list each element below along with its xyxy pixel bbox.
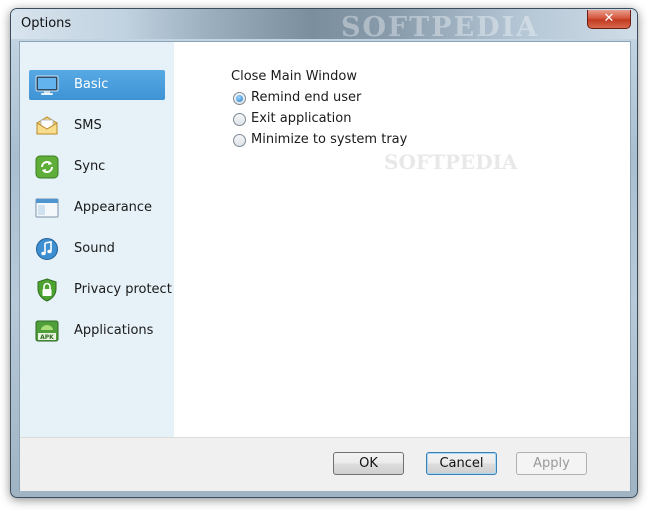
sidebar-item-label: SMS: [74, 118, 102, 133]
close-main-window-heading: Close Main Window: [231, 69, 357, 84]
radio-label: Minimize to system tray: [251, 132, 408, 147]
sidebar-item-privacy-protect[interactable]: Privacy protect: [29, 275, 172, 305]
envelope-icon: [36, 116, 58, 135]
radio-button[interactable]: [233, 92, 246, 105]
radio-button[interactable]: [233, 113, 246, 126]
apply-button: Apply: [516, 452, 587, 475]
sidebar-item-applications[interactable]: APK Applications: [29, 316, 165, 346]
sidebar-item-label: Sync: [74, 159, 106, 174]
dialog-body: Basic SMS Sync Appearance Sound Privacy …: [19, 41, 631, 491]
sync-icon: [35, 155, 59, 179]
sidebar-item-basic[interactable]: Basic: [29, 70, 165, 100]
window-title: Options: [21, 16, 72, 31]
monitor-icon: [35, 75, 59, 95]
close-icon: ✕: [603, 11, 615, 26]
sidebar-item-appearance[interactable]: Appearance: [29, 193, 165, 223]
radio-label: Remind end user: [251, 90, 362, 105]
title-bar[interactable]: Options SOFTPEDIA ✕: [11, 9, 637, 43]
sidebar-item-label: Privacy protect: [74, 282, 172, 297]
music-note-icon: [36, 238, 58, 260]
sidebar-item-sms[interactable]: SMS: [29, 111, 165, 141]
close-button[interactable]: ✕: [587, 10, 631, 29]
options-window: Options SOFTPEDIA ✕ Basic SMS Sync Appea…: [10, 8, 638, 498]
cancel-button[interactable]: Cancel: [426, 452, 497, 475]
settings-panel: SOFTPEDIA Close Main Window Remind end u…: [174, 42, 630, 437]
sidebar-item-sound[interactable]: Sound: [29, 234, 165, 264]
softpedia-watermark-faint: SOFTPEDIA: [384, 150, 518, 174]
sidebar-item-label: Applications: [74, 323, 154, 338]
sidebar: Basic SMS Sync Appearance Sound Privacy …: [20, 42, 174, 437]
button-bar: OK Cancel Apply: [20, 437, 630, 491]
radio-label: Exit application: [251, 111, 352, 126]
svg-text:APK: APK: [40, 334, 54, 341]
sidebar-item-label: Appearance: [74, 200, 153, 215]
sidebar-item-label: Sound: [74, 241, 115, 256]
lock-shield-icon: [37, 278, 57, 302]
radio-button[interactable]: [233, 134, 246, 147]
window-icon: [35, 198, 59, 218]
ok-button[interactable]: OK: [333, 452, 404, 475]
softpedia-watermark: SOFTPEDIA: [341, 12, 540, 43]
sidebar-item-label: Basic: [74, 77, 109, 92]
apk-icon: APK: [35, 320, 59, 342]
sidebar-item-sync[interactable]: Sync: [29, 152, 165, 182]
